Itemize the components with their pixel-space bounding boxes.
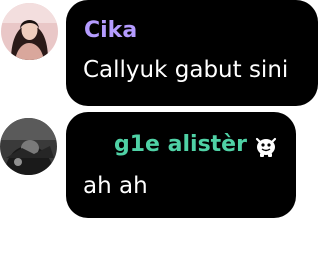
profile-photo-icon <box>0 118 57 175</box>
chat-message: g1e alistèr ah ah <box>0 112 320 222</box>
profile-photo-icon <box>1 3 58 60</box>
avatar[interactable] <box>0 118 57 175</box>
message-bubble: g1e alistèr ah ah <box>66 112 296 218</box>
author-name[interactable]: Cika <box>84 18 137 44</box>
message-bubble: Cika Callyuk gabut sini <box>66 0 318 106</box>
mascot-badge-icon <box>253 133 279 159</box>
message-text: Callyuk gabut sini <box>83 57 289 83</box>
avatar[interactable] <box>1 3 58 60</box>
author-name[interactable]: g1e alistèr <box>114 132 247 158</box>
message-text: ah ah <box>83 173 148 199</box>
chat-message: Cika Callyuk gabut sini <box>0 0 320 110</box>
